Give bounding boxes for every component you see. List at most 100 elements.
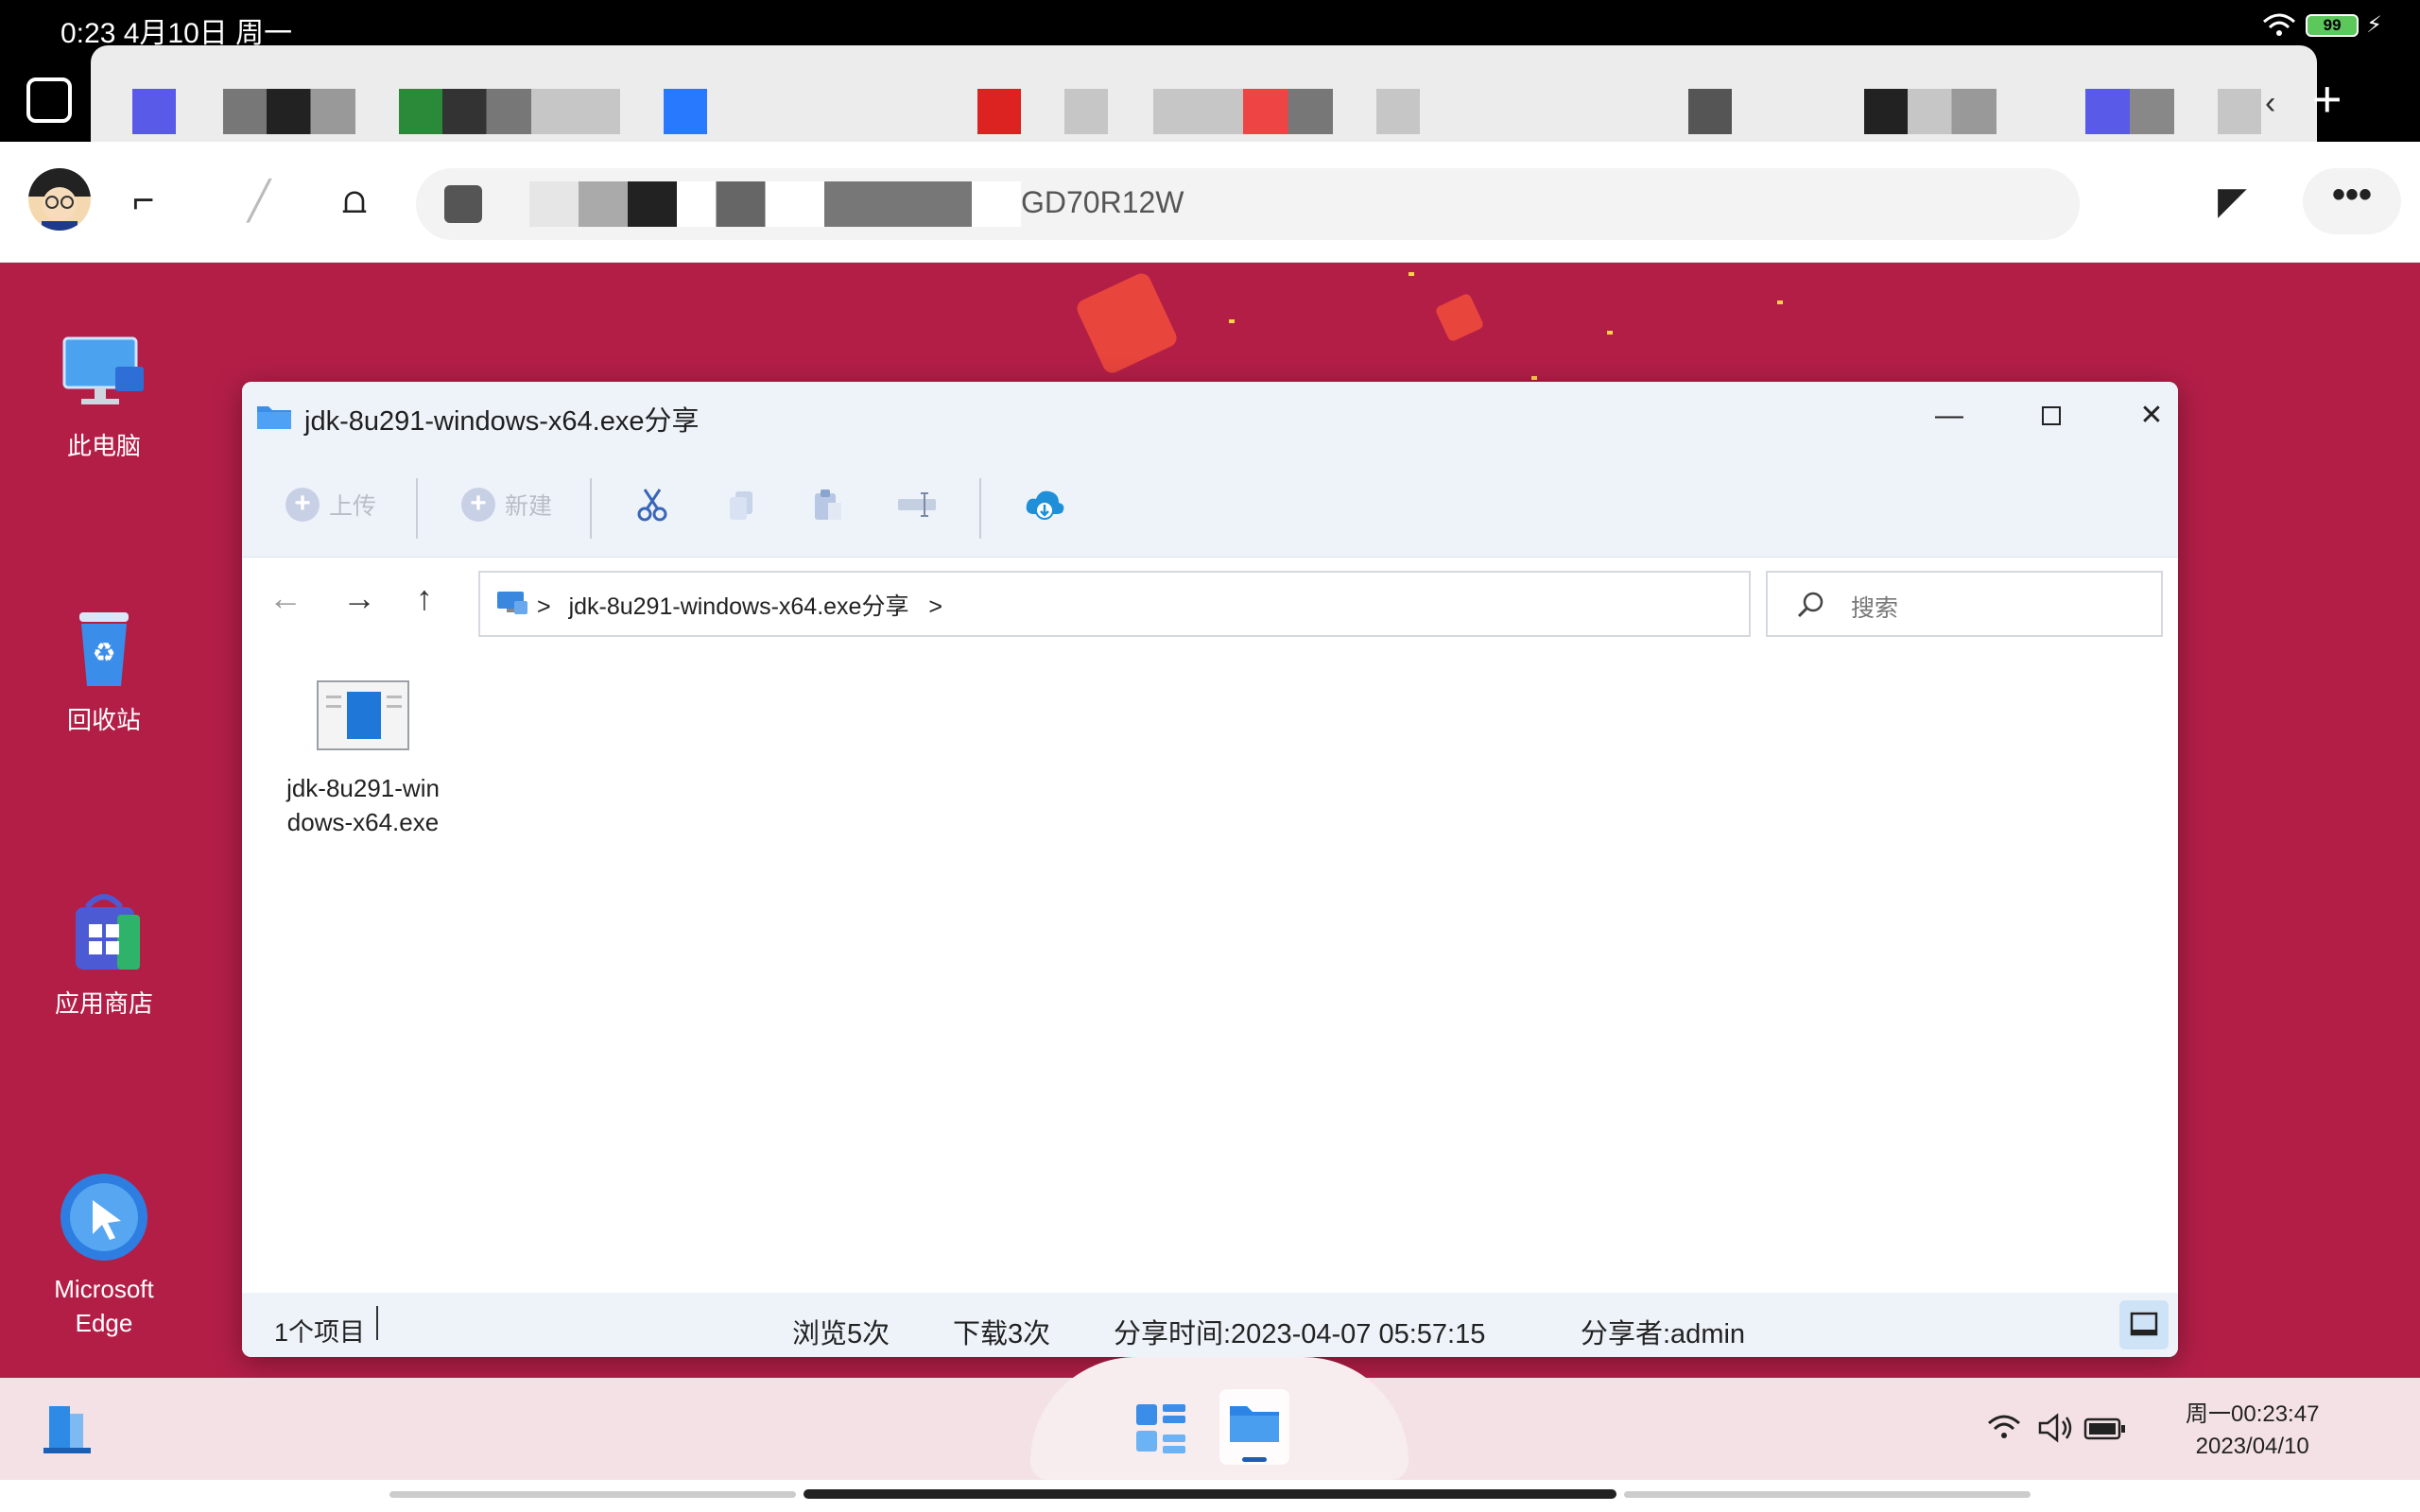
up-button[interactable]: ↑ xyxy=(416,578,433,618)
computer-icon xyxy=(59,329,149,420)
clock-time: 周一00:23:47 xyxy=(2186,1401,2320,1427)
preview-pane-toggle[interactable] xyxy=(2119,1300,2169,1349)
tab-overview-button[interactable] xyxy=(26,77,72,123)
tab-redacted[interactable] xyxy=(1064,89,1108,134)
tab-redacted[interactable] xyxy=(1376,89,1420,134)
search-placeholder: 搜索 xyxy=(1851,595,1899,622)
tab-redacted[interactable] xyxy=(132,89,176,134)
plus-icon: + xyxy=(461,488,495,522)
home-side-bar xyxy=(389,1491,796,1498)
confetti xyxy=(1777,301,1783,304)
edge-icon xyxy=(59,1172,149,1263)
search-input[interactable]: 搜索 xyxy=(1766,571,2163,637)
breadcrumb-separator: > xyxy=(537,593,551,620)
status-divider xyxy=(376,1306,378,1340)
ribbon-divider xyxy=(590,478,592,539)
breadcrumb[interactable]: > jdk-8u291-windows-x64.exe分享 > xyxy=(478,571,1751,637)
upload-button[interactable]: + 上传 xyxy=(285,484,376,525)
minimize-button[interactable]: — xyxy=(1921,393,1978,438)
file-name: jdk-8u291-windows-x64.exe xyxy=(286,774,440,836)
address-redacted xyxy=(529,181,1021,227)
tab-redacted[interactable] xyxy=(1688,89,1732,134)
start-icon[interactable] xyxy=(42,1404,95,1462)
confetti xyxy=(1229,319,1235,323)
chevron-left-icon[interactable]: ‹ xyxy=(2265,85,2275,122)
desktop-icon-app-store[interactable]: 应用商店 xyxy=(38,886,170,1021)
installer-file-icon xyxy=(317,680,409,750)
share-time: 分享时间:2023-04-07 05:57:15 xyxy=(1114,1319,1486,1349)
volume-icon[interactable] xyxy=(2036,1412,2076,1449)
breadcrumb-item[interactable]: jdk-8u291-windows-x64.exe分享 xyxy=(569,593,909,620)
wifi-icon xyxy=(2263,13,2296,36)
download-count: 下载3次 xyxy=(953,1319,1051,1349)
cut-button[interactable] xyxy=(633,484,671,525)
explorer-window: jdk-8u291-windows-x64.exe分享 — ✕ + 上传 + 新… xyxy=(242,382,2178,1357)
layout-icon xyxy=(2130,1312,2158,1336)
red-envelope-decoration xyxy=(1074,270,1180,376)
folder-icon xyxy=(255,401,293,436)
file-explorer-taskbar-button[interactable] xyxy=(1219,1389,1289,1465)
home-side-bar xyxy=(1624,1491,2031,1498)
browser-toolbar: ⌐ ╱ ⩍ GD70R12W ◤ ••• xyxy=(0,142,2420,263)
ribbon-divider xyxy=(416,478,418,539)
tab-redacted[interactable] xyxy=(223,89,355,134)
status-bar: 1个项目 浏览5次 下载3次 分享时间:2023-04-07 05:57:15 … xyxy=(242,1293,2178,1357)
charging-icon: ⚡ xyxy=(2366,12,2382,38)
copy-icon xyxy=(730,491,752,520)
navigation-row: ← → ↑ > jdk-8u291-windows-x64.exe分享 > 搜索 xyxy=(242,558,2178,643)
home-indicator[interactable] xyxy=(804,1489,1616,1499)
desktop-icon-recycle-bin[interactable]: ♻ 回收站 xyxy=(38,603,170,737)
window-title-bar[interactable]: jdk-8u291-windows-x64.exe分享 — ✕ xyxy=(242,382,2178,450)
cloud-download-icon xyxy=(1026,490,1064,520)
plus-icon: + xyxy=(285,488,320,522)
ribbon-toolbar: + 上传 + 新建 xyxy=(242,450,2178,558)
download-button[interactable] xyxy=(1023,484,1066,525)
rename-button[interactable] xyxy=(896,484,938,525)
wifi-icon[interactable] xyxy=(1985,1412,2023,1447)
breadcrumb-separator[interactable]: > xyxy=(928,593,942,620)
confetti xyxy=(1607,331,1613,335)
status-indicators: 99 ⚡ xyxy=(2260,11,2382,39)
taskbar-clock[interactable]: 周一00:23:47 2023/04/10 xyxy=(2186,1399,2319,1463)
desktop-icon-edge[interactable]: Microsoft Edge xyxy=(38,1172,170,1340)
tab-redacted[interactable] xyxy=(977,89,1021,134)
new-button[interactable]: + 新建 xyxy=(461,484,552,525)
more-button[interactable]: ••• xyxy=(2303,168,2401,234)
widgets-icon[interactable] xyxy=(1134,1402,1187,1460)
tab-redacted[interactable] xyxy=(664,89,707,134)
tab-redacted[interactable] xyxy=(531,89,620,134)
file-list-area: jdk-8u291-windows-x64.exe xyxy=(242,643,2178,1293)
forward-icon[interactable]: ╱ xyxy=(248,180,270,223)
battery-icon[interactable] xyxy=(2083,1414,2127,1447)
tab-redacted[interactable] xyxy=(399,89,531,134)
tab-redacted[interactable] xyxy=(1864,89,1996,134)
tab-bar-icon[interactable]: ⩍ xyxy=(342,180,367,222)
tab-redacted[interactable] xyxy=(2218,89,2261,134)
scissors-icon xyxy=(637,489,667,522)
file-item[interactable]: jdk-8u291-windows-x64.exe xyxy=(280,680,446,839)
maximize-button[interactable] xyxy=(2023,393,2080,438)
window-title: jdk-8u291-windows-x64.exe分享 xyxy=(304,406,700,437)
tab-redacted[interactable] xyxy=(1153,89,1333,134)
clock-date: 2023/04/10 xyxy=(2195,1434,2309,1459)
paste-icon xyxy=(815,490,841,520)
copy-button[interactable] xyxy=(722,484,760,525)
back-button[interactable]: ← xyxy=(268,578,302,618)
active-indicator xyxy=(1242,1457,1267,1462)
address-bar[interactable] xyxy=(416,168,2080,240)
ipad-status-bar: 0:23 4月10日 周一 99 ⚡ xyxy=(0,0,2420,49)
desktop-icon-this-pc[interactable]: 此电脑 xyxy=(38,329,170,463)
share-icon[interactable]: ◤ xyxy=(2218,180,2247,223)
recycle-bin-icon: ♻ xyxy=(59,603,149,694)
maximize-icon xyxy=(2042,406,2061,425)
close-button[interactable]: ✕ xyxy=(2123,393,2178,438)
confetti xyxy=(1531,376,1537,380)
tab-redacted[interactable] xyxy=(2085,89,2174,134)
avatar[interactable] xyxy=(28,168,91,231)
view-count: 浏览5次 xyxy=(792,1319,890,1349)
forward-button[interactable]: → xyxy=(342,578,376,618)
new-tab-button[interactable]: + xyxy=(2312,74,2342,125)
paste-button[interactable] xyxy=(809,484,847,525)
svg-text:♻: ♻ xyxy=(92,637,115,668)
back-icon[interactable]: ⌐ xyxy=(132,180,154,222)
